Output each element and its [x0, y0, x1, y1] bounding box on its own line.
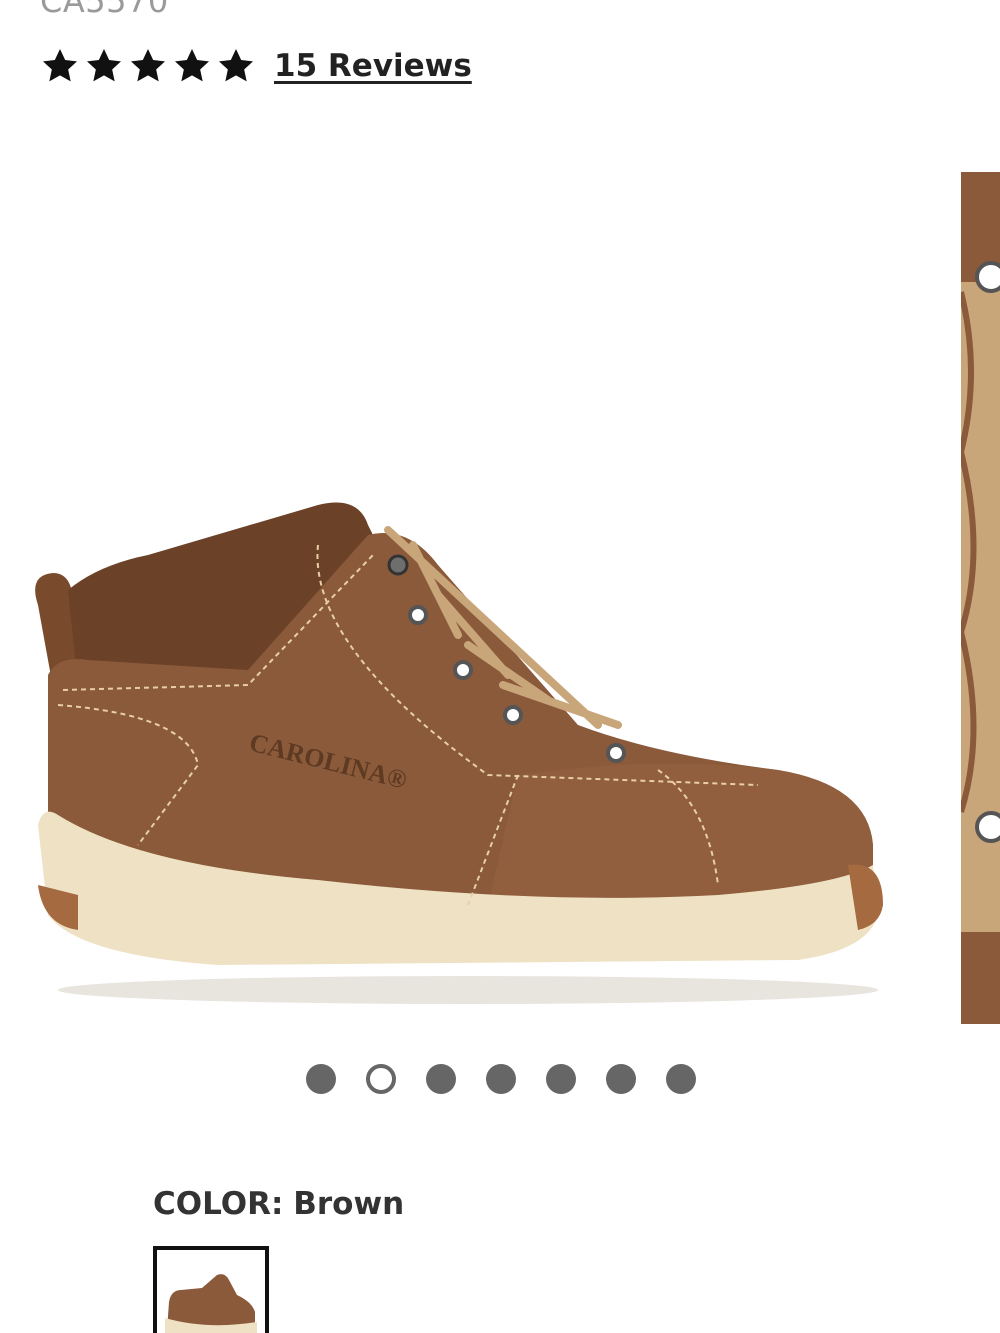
reviews-link[interactable]: 15 Reviews	[274, 48, 472, 84]
star-icon	[84, 46, 124, 86]
product-sku: CA5570	[40, 0, 169, 20]
product-image-carousel[interactable]: CAROLINA®	[0, 165, 1000, 1035]
carousel-dot-5[interactable]	[546, 1064, 576, 1094]
star-icon	[216, 46, 256, 86]
color-swatch-brown[interactable]	[153, 1246, 269, 1333]
carousel-dot-7[interactable]	[666, 1064, 696, 1094]
star-icon	[128, 46, 168, 86]
star-icon	[40, 46, 80, 86]
star-rating	[40, 46, 256, 86]
color-selection-label: COLOR: Brown	[153, 1186, 404, 1222]
boot-product-image: CAROLINA®	[35, 502, 883, 1004]
star-icon	[172, 46, 212, 86]
rating-row: 15 Reviews	[40, 46, 472, 86]
carousel-dot-4[interactable]	[486, 1064, 516, 1094]
carousel-dot-6[interactable]	[606, 1064, 636, 1094]
carousel-pagination	[306, 1064, 696, 1094]
carousel-dot-3[interactable]	[426, 1064, 456, 1094]
carousel-dot-1[interactable]	[306, 1064, 336, 1094]
next-slide-preview[interactable]	[957, 172, 1000, 1024]
carousel-dot-2[interactable]	[366, 1064, 396, 1094]
color-label-prefix: COLOR:	[153, 1186, 284, 1222]
product-page: CA5570 15 Reviews CAROLINA® COLOR: Brown	[0, 0, 1000, 1333]
color-value: Brown	[293, 1186, 405, 1222]
